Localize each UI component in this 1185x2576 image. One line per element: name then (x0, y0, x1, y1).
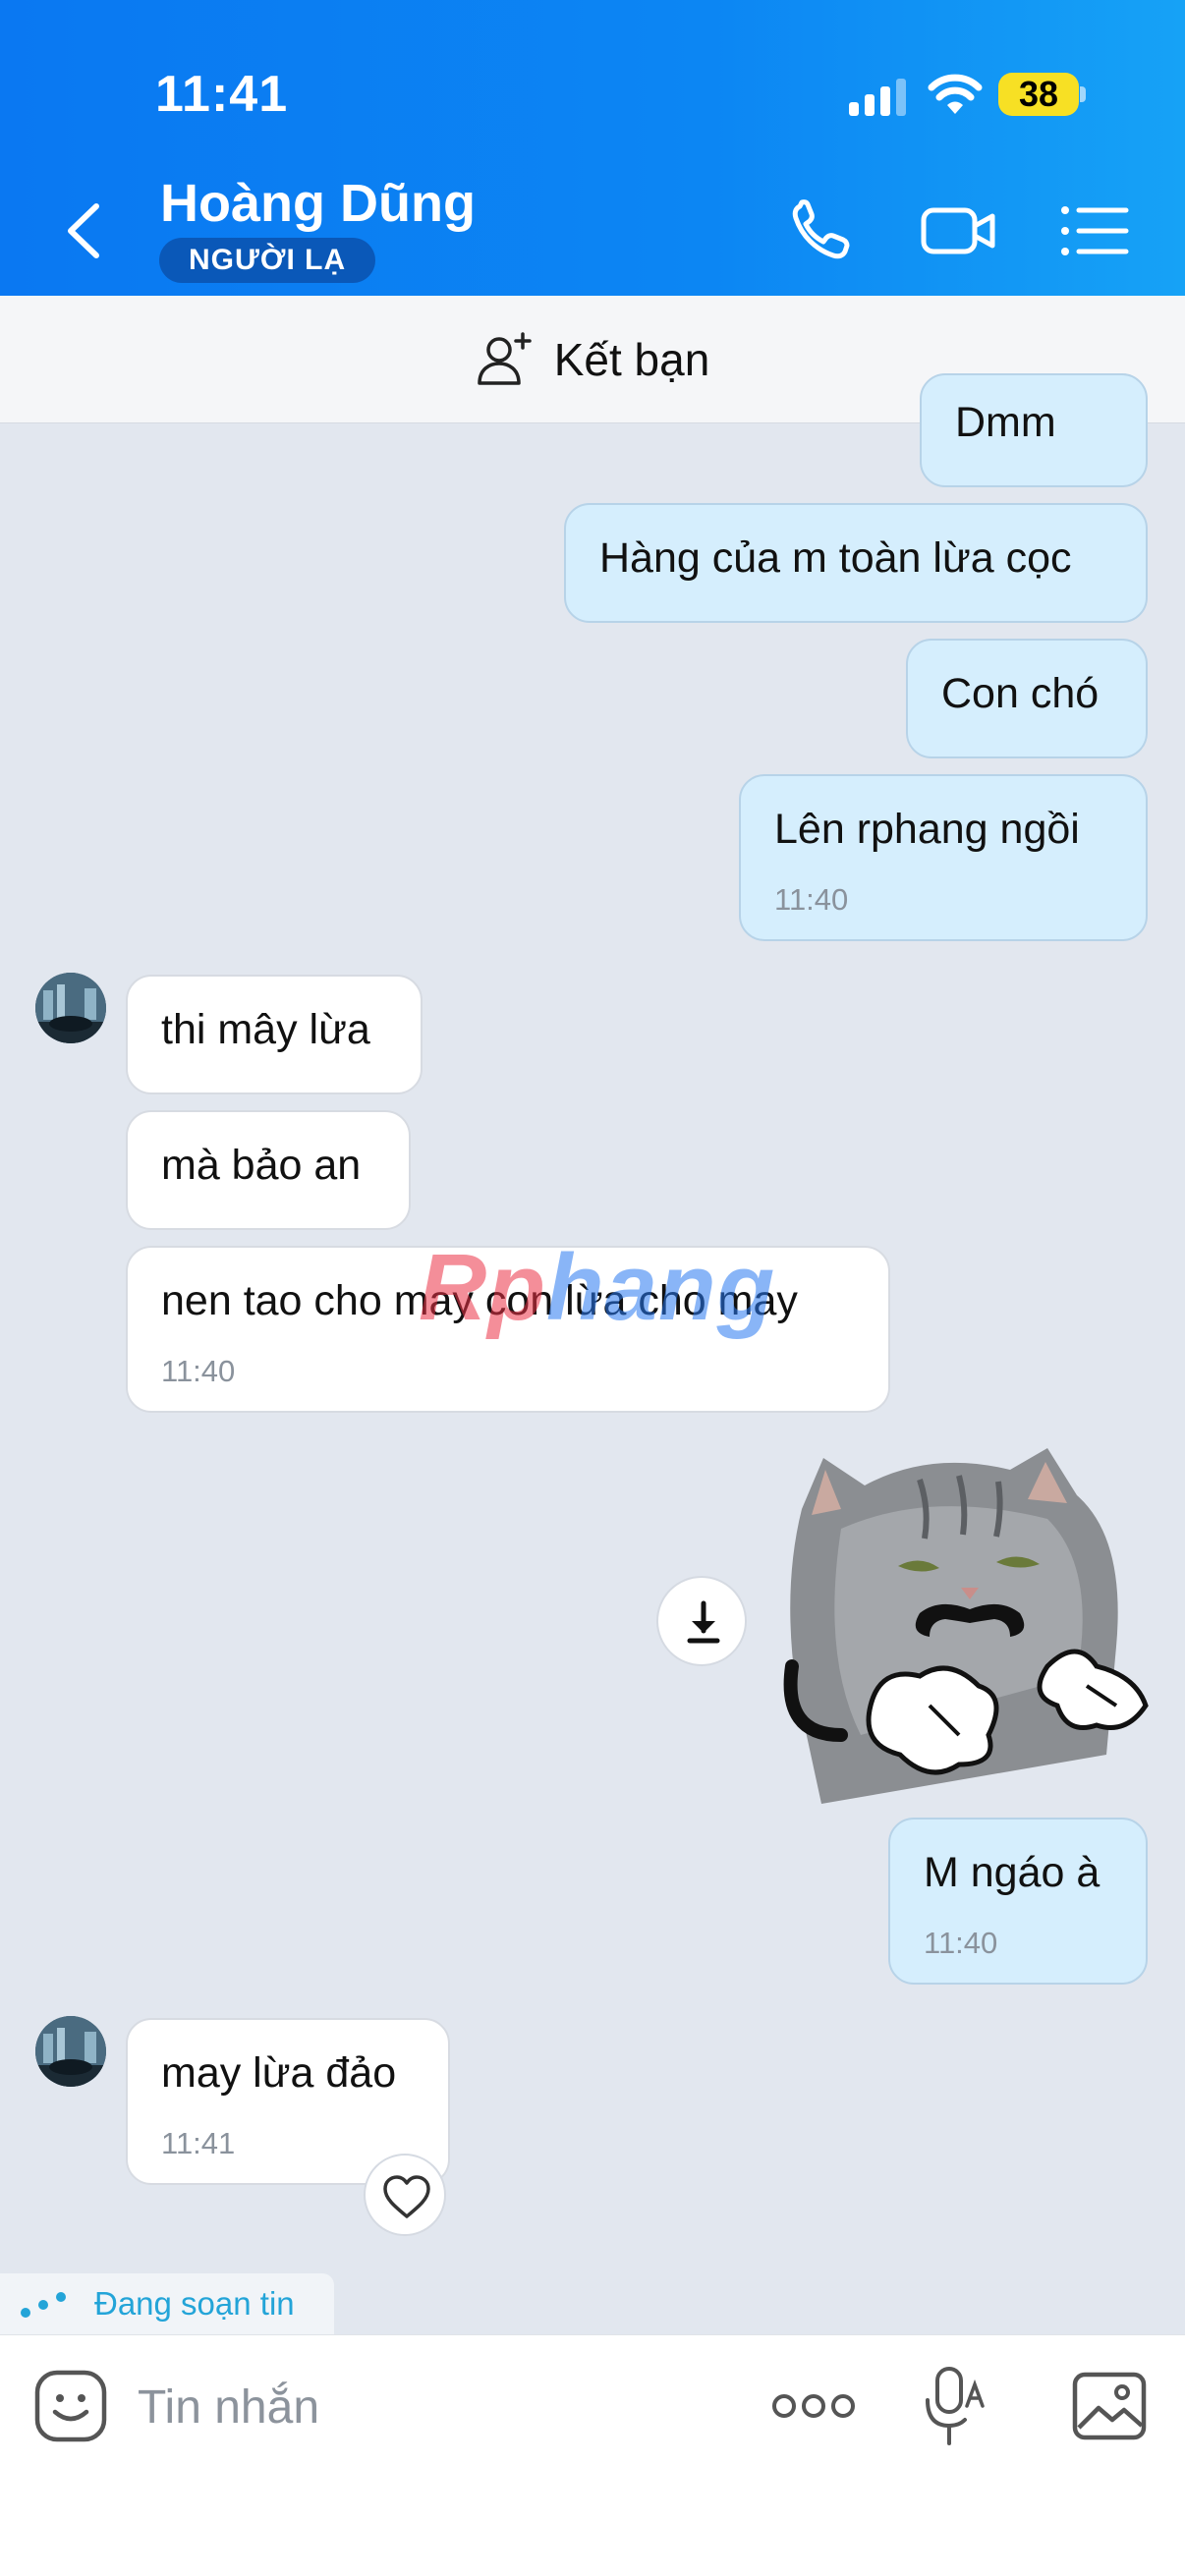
add-friend-label: Kết bạn (553, 333, 710, 385)
watermark-logo: Rphang (419, 1235, 776, 1340)
contact-avatar[interactable] (35, 973, 106, 1043)
my-message-bubble[interactable]: M ngáo à 11:40 (888, 1818, 1148, 1985)
download-icon (687, 1600, 720, 1644)
video-call-icon[interactable] (920, 196, 998, 265)
their-message-bubble[interactable]: mà bảo an (126, 1110, 411, 1230)
phone-call-icon[interactable] (786, 196, 865, 265)
message-text: Con chó (941, 670, 1100, 717)
message-text: Dmm (955, 399, 1056, 446)
contact-avatar[interactable] (35, 2016, 106, 2087)
image-gallery-icon[interactable] (1071, 2369, 1148, 2443)
battery-tip (1080, 86, 1086, 102)
menu-list-icon[interactable] (1057, 196, 1136, 265)
message-composer (0, 2334, 1185, 2576)
avatar-image (35, 2016, 106, 2087)
battery-indicator: 38 (998, 73, 1079, 116)
message-time: 11:40 (924, 1926, 998, 1960)
chat-header: 11:41 38 Hoàng Dũng NGƯỜI LẠ (0, 0, 1185, 296)
message-text: Hàng của m toàn lừa cọc (599, 534, 1072, 582)
message-text: Lên rphang ngồi (774, 806, 1080, 853)
cellular-signal-icon (849, 79, 906, 116)
my-message-bubble[interactable]: Hàng của m toàn lừa cọc (564, 503, 1148, 623)
message-text: thi mây lừa (161, 1006, 370, 1053)
message-time: 11:41 (161, 2126, 236, 2160)
my-message-bubble[interactable]: Dmm (920, 373, 1148, 487)
message-text: M ngáo à (924, 1849, 1100, 1896)
contact-name[interactable]: Hoàng Dũng (160, 173, 476, 234)
message-text: may lừa đảo (161, 2049, 397, 2097)
message-time: 11:40 (161, 1354, 236, 1388)
avatar-image (35, 973, 106, 1043)
sticker-emoji-icon[interactable] (33, 2369, 108, 2443)
typing-text: Đang soạn tin (94, 2285, 295, 2322)
heart-icon (383, 2175, 430, 2218)
react-heart-button[interactable] (364, 2154, 446, 2236)
more-options-icon[interactable] (770, 2386, 857, 2426)
typing-indicator: Đang soạn tin (0, 2273, 334, 2334)
voice-to-text-mic-icon[interactable] (924, 2365, 988, 2449)
typing-dots-icon (21, 2292, 66, 2318)
message-text: mà bảo an (161, 1142, 362, 1189)
add-friend-icon (477, 331, 532, 385)
my-message-bubble[interactable]: Con chó (906, 639, 1148, 758)
download-sticker-button[interactable] (656, 1576, 747, 1666)
back-icon[interactable] (59, 196, 108, 265)
wifi-icon (928, 74, 983, 114)
cat-mustache-sticker-icon[interactable] (782, 1440, 1154, 1810)
stranger-badge: NGƯỜI LẠ (159, 238, 376, 283)
message-time: 11:40 (774, 882, 849, 917)
my-message-bubble[interactable]: Lên rphang ngồi 11:40 (739, 774, 1148, 941)
their-message-bubble[interactable]: thi mây lừa (126, 975, 423, 1094)
status-time: 11:41 (155, 66, 289, 123)
message-input[interactable] (138, 2375, 727, 2439)
